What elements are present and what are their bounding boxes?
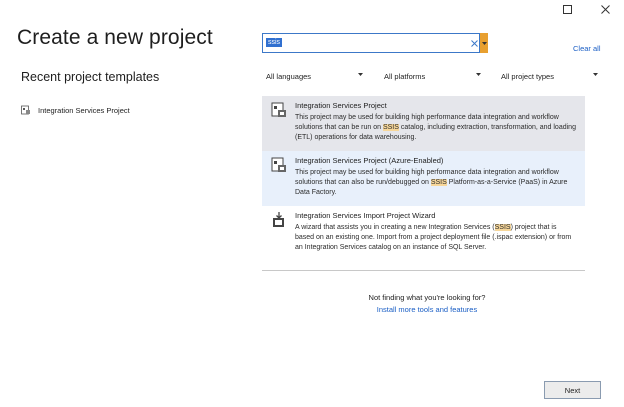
recent-template-item[interactable]: Integration Services Project (21, 103, 130, 117)
close-icon (600, 4, 610, 14)
language-filter-label: All languages (266, 72, 312, 81)
template-title: Integration Services Project (295, 101, 387, 110)
chevron-down-icon (358, 73, 363, 76)
search-box[interactable]: ssis (262, 33, 488, 53)
search-highlight: SSIS (494, 224, 511, 231)
project-type-filter-label: All project types (501, 72, 554, 81)
import-wizard-icon (273, 212, 284, 227)
search-history-dropdown[interactable] (479, 33, 488, 53)
chevron-down-icon (481, 41, 487, 45)
template-result[interactable]: Integration Services Import Project Wiza… (262, 206, 585, 264)
chevron-down-icon (476, 73, 481, 76)
template-description: This project may be used for building hi… (295, 168, 577, 198)
template-description: This project may be used for building hi… (295, 113, 577, 143)
window-controls (548, 0, 624, 18)
maximize-button[interactable] (548, 0, 586, 18)
clear-all-link[interactable]: Clear all (573, 44, 601, 53)
maximize-icon (562, 4, 572, 14)
language-filter[interactable]: All languages (262, 68, 368, 84)
project-type-filter[interactable]: All project types (497, 68, 603, 84)
template-result[interactable]: Integration Services Project This projec… (262, 96, 585, 151)
search-highlight: SSIS (430, 179, 447, 186)
template-result[interactable]: Integration Services Project (Azure-Enab… (262, 151, 585, 206)
description-text: A wizard that assists you in creating a … (295, 224, 495, 231)
recent-template-label: Integration Services Project (38, 105, 130, 115)
template-description: A wizard that assists you in creating a … (295, 223, 577, 253)
platform-filter[interactable]: All platforms (380, 68, 486, 84)
page-title: Create a new project (17, 26, 213, 49)
ssis-azure-project-icon (271, 157, 286, 172)
search-input[interactable]: ssis (266, 38, 283, 47)
not-finding-panel: Not finding what you're looking for? Ins… (357, 288, 497, 320)
results-divider (262, 270, 585, 271)
template-title: Integration Services Import Project Wiza… (295, 211, 436, 220)
ssis-project-icon (271, 102, 286, 117)
clear-icon (470, 39, 478, 47)
close-button[interactable] (586, 0, 624, 18)
search-highlight: SSIS (382, 124, 399, 131)
ssis-project-icon (21, 105, 30, 115)
next-button[interactable]: Next (544, 381, 601, 399)
install-more-link[interactable]: Install more tools and features (357, 305, 497, 314)
template-title: Integration Services Project (Azure-Enab… (295, 156, 444, 165)
chevron-down-icon (593, 73, 598, 76)
platform-filter-label: All platforms (384, 72, 426, 81)
recent-templates-heading: Recent project templates (21, 70, 160, 84)
not-finding-text: Not finding what you're looking for? (368, 293, 486, 302)
